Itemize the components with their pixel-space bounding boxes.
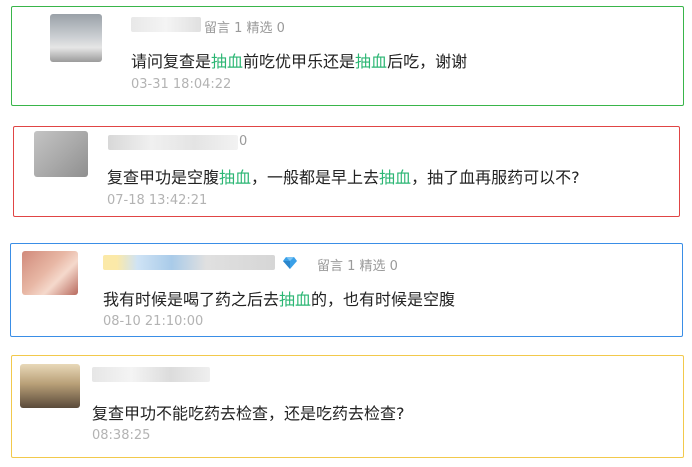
text-segment: 前吃优甲乐还是 <box>243 52 356 71</box>
comment-meta: 0 <box>239 134 248 149</box>
comment-text: 请问复查是抽血前吃优甲乐还是抽血后吃，谢谢 <box>131 48 467 72</box>
username-blurred[interactable] <box>92 367 210 382</box>
comment-card: 留言 1 精选 0 请问复查是抽血前吃优甲乐还是抽血后吃，谢谢 03-31 18… <box>11 6 684 106</box>
username-blurred[interactable] <box>108 135 238 150</box>
avatar[interactable] <box>20 364 80 408</box>
text-segment: 复查甲功是空腹 <box>107 168 220 187</box>
keyword-highlight: 抽血 <box>379 168 412 187</box>
keyword-highlight: 抽血 <box>355 52 388 71</box>
comment-text: 复查甲功不能吃药去检查，还是吃药去检查? <box>92 400 405 424</box>
comment-card: 复查甲功不能吃药去检查，还是吃药去检查? 08:38:25 <box>11 355 684 458</box>
comment-meta: 留言 1 精选 0 <box>317 259 398 274</box>
text-segment: 后吃，谢谢 <box>387 52 468 71</box>
username-blurred[interactable] <box>103 255 275 270</box>
comment-timestamp: 03-31 18:04:22 <box>131 77 232 92</box>
keyword-highlight: 抽血 <box>219 168 252 187</box>
avatar[interactable] <box>22 251 78 295</box>
comment-text: 我有时候是喝了药之后去抽血的，也有时候是空腹 <box>103 286 455 310</box>
keyword-highlight: 抽血 <box>211 52 244 71</box>
keyword-highlight: 抽血 <box>279 290 312 309</box>
text-segment: 请问复查是 <box>131 52 212 71</box>
text-segment: 复查甲功不能吃药去检查，还是吃药去检查? <box>92 404 405 423</box>
comment-timestamp: 08:38:25 <box>92 428 151 443</box>
text-segment: ，一般都是早上去 <box>251 168 380 187</box>
text-segment: 我有时候是喝了药之后去 <box>103 290 280 309</box>
text-segment: 的，也有时候是空腹 <box>311 290 456 309</box>
comment-timestamp: 08-10 21:10:00 <box>103 314 204 329</box>
comment-card: 留言 1 精选 0 我有时候是喝了药之后去抽血的，也有时候是空腹 08-10 2… <box>10 243 683 337</box>
text-segment: ，抽了血再服药可以不? <box>411 168 580 187</box>
diamond-icon <box>283 257 297 269</box>
comment-timestamp: 07-18 13:42:21 <box>107 193 208 208</box>
avatar[interactable] <box>50 14 102 62</box>
username-blurred[interactable] <box>131 17 201 32</box>
comment-text: 复查甲功是空腹抽血，一般都是早上去抽血，抽了血再服药可以不? <box>107 164 580 188</box>
comment-meta: 留言 1 精选 0 <box>204 21 285 36</box>
avatar[interactable] <box>34 131 88 177</box>
comment-card: 0 复查甲功是空腹抽血，一般都是早上去抽血，抽了血再服药可以不? 07-18 1… <box>13 126 680 217</box>
